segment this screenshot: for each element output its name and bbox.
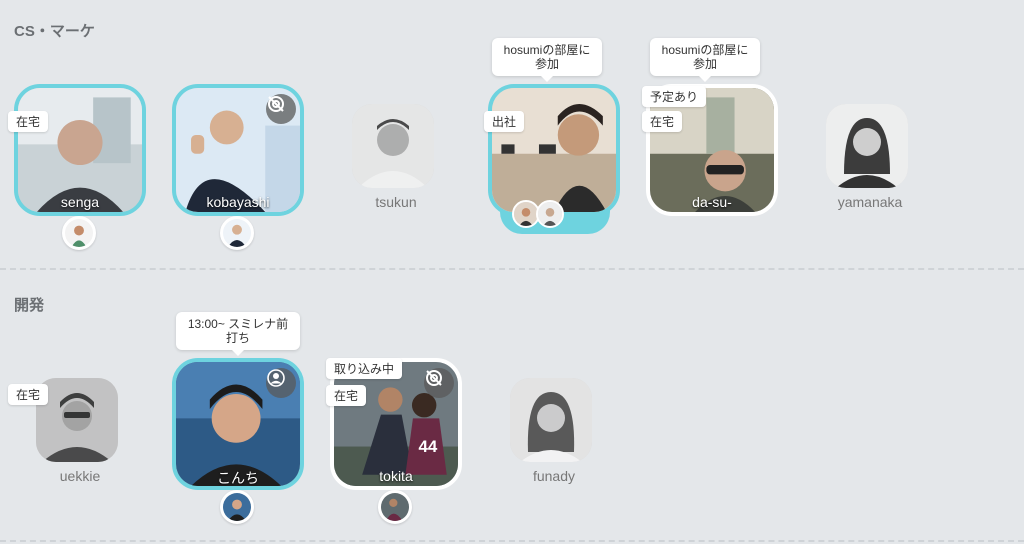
member-tokita[interactable]: 44 tokita 取り込み中 在宅 — [326, 358, 466, 538]
member-kobayashi[interactable]: kobayashi — [168, 84, 308, 264]
uekkie-video-tile[interactable] — [36, 378, 118, 462]
senga-name: senga — [60, 194, 100, 210]
section-divider-bottom — [0, 540, 1024, 542]
hosumi-status-tag: 出社 — [484, 111, 525, 132]
konchi-name: こんち — [217, 470, 259, 486]
tokita-status-tag: 在宅 — [326, 385, 367, 406]
tsukun-avatar-image — [352, 104, 434, 188]
member-senga[interactable]: senga 在宅 — [8, 84, 150, 264]
member-hosumi[interactable]: hosumiの部屋に参加 出社 — [484, 38, 624, 234]
uekkie-status-tag: 在宅 — [8, 384, 49, 405]
member-yamanaka[interactable]: yamanaka — [800, 84, 940, 264]
user-icon — [266, 368, 296, 398]
tokita-participant-avatar[interactable] — [378, 490, 412, 524]
camera-off-icon — [266, 94, 296, 124]
tokita-busy-tag: 取り込み中 — [326, 358, 403, 379]
dasu-name: da-su- — [692, 194, 732, 210]
dasu-status-bubble: hosumiの部屋に参加 — [650, 38, 760, 82]
svg-text:44: 44 — [419, 437, 438, 456]
camera-off-icon — [424, 368, 454, 398]
uekkie-name: uekkie — [59, 468, 101, 484]
yamanaka-name: yamanaka — [837, 194, 903, 210]
konchi-status-bubble: 13:00~ スミレナ前打ち — [176, 312, 300, 356]
hosumi-video-tile[interactable] — [488, 84, 620, 216]
member-dasu[interactable]: hosumiの部屋に参加 da-su- 予定あり 在宅 — [642, 38, 782, 218]
tsukun-video-tile[interactable] — [352, 104, 434, 188]
yamanaka-avatar-image — [826, 104, 908, 188]
hosumi-status-bubble: hosumiの部屋に参加 — [492, 38, 602, 82]
senga-participant-avatar[interactable] — [62, 216, 96, 250]
member-uekkie[interactable]: 在宅 uekkie — [8, 358, 150, 538]
dasu-status-tag: 在宅 — [642, 111, 683, 132]
member-funady[interactable]: funady — [484, 358, 624, 538]
member-konchi[interactable]: 13:00~ スミレナ前打ち こんち — [168, 312, 308, 524]
konchi-participant-avatar[interactable] — [220, 490, 254, 524]
hosumi-avatar-image — [492, 88, 616, 212]
senga-video-tile[interactable]: senga — [14, 84, 146, 216]
section-divider — [0, 268, 1024, 270]
section-title-cs-marketing: CS・マーケ — [14, 23, 95, 40]
konchi-video-tile[interactable]: こんち — [172, 358, 304, 490]
funady-avatar-image — [510, 378, 592, 462]
kobayashi-name: kobayashi — [206, 194, 270, 210]
senga-status-tag: 在宅 — [8, 111, 49, 132]
funady-video-tile[interactable] — [510, 378, 592, 462]
section-title-development: 開発 — [14, 297, 45, 314]
funady-name: funady — [532, 468, 576, 484]
member-tsukun[interactable]: tsukun — [326, 84, 466, 264]
kobayashi-participant-avatar[interactable] — [220, 216, 254, 250]
tsukun-name: tsukun — [375, 194, 417, 210]
yamanaka-video-tile[interactable] — [826, 104, 908, 188]
uekkie-avatar-image — [36, 378, 118, 462]
room-participant-avatar-2[interactable] — [536, 200, 564, 228]
dasu-schedule-tag: 予定あり — [642, 86, 707, 107]
tokita-name: tokita — [379, 468, 413, 484]
kobayashi-video-tile[interactable]: kobayashi — [172, 84, 304, 216]
